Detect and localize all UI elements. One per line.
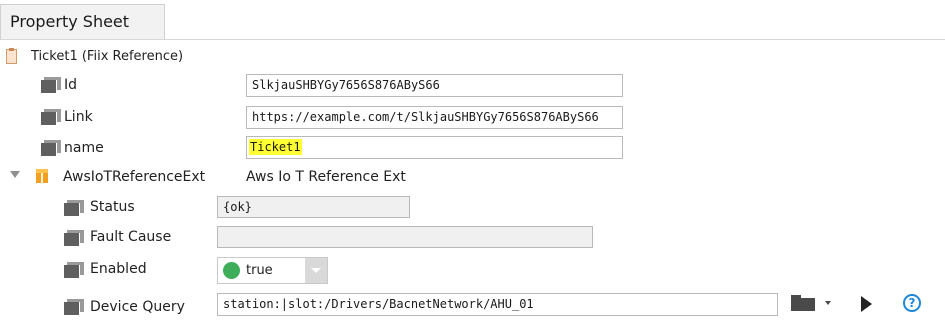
slot-icon [64, 200, 84, 216]
slot-icon [41, 109, 61, 125]
slot-icon [64, 262, 84, 278]
extension-name: AwsIoTReferenceExt [63, 169, 206, 185]
folder-icon[interactable] [791, 295, 815, 311]
tab-divider [0, 39, 945, 40]
status-dot-icon [223, 262, 240, 279]
expand-triangle-icon[interactable] [10, 171, 20, 178]
status-label: Status [90, 199, 135, 215]
chevron-down-icon[interactable] [825, 301, 831, 305]
enabled-value: true [246, 263, 273, 278]
help-icon[interactable]: ? [903, 294, 921, 312]
fault-cause-field [217, 226, 593, 248]
component-icon [6, 48, 17, 64]
id-field[interactable]: SlkjauSHBYGy7656S876AByS66 [246, 74, 623, 97]
tab-bar: Property Sheet [0, 0, 945, 40]
link-label: Link [64, 109, 93, 125]
slot-icon [41, 77, 61, 93]
id-label: Id [64, 77, 78, 93]
chevron-down-icon[interactable] [305, 258, 327, 283]
link-field[interactable]: https://example.com/t/SlkjauSHBYGy7656S8… [246, 106, 623, 129]
play-icon[interactable] [861, 296, 872, 312]
name-field[interactable]: Ticket1 [246, 136, 623, 159]
name-label: name [64, 140, 104, 156]
slot-icon [64, 230, 84, 246]
status-field: {ok} [217, 196, 410, 218]
slot-icon [41, 140, 61, 156]
extension-type: Aws Io T Reference Ext [246, 169, 406, 185]
device-query-field[interactable]: station:|slot:/Drivers/BacnetNetwork/AHU… [217, 293, 778, 316]
enabled-label: Enabled [90, 261, 147, 277]
name-field-value: Ticket1 [249, 139, 302, 155]
cube-icon [35, 169, 49, 183]
fault-cause-label: Fault Cause [90, 229, 172, 245]
slot-icon [64, 299, 84, 315]
root-component-label: Ticket1 (Fiix Reference) [31, 49, 184, 64]
device-query-label: Device Query [90, 299, 185, 315]
tab-property-sheet[interactable]: Property Sheet [0, 4, 165, 40]
enabled-select[interactable]: true [217, 257, 328, 284]
